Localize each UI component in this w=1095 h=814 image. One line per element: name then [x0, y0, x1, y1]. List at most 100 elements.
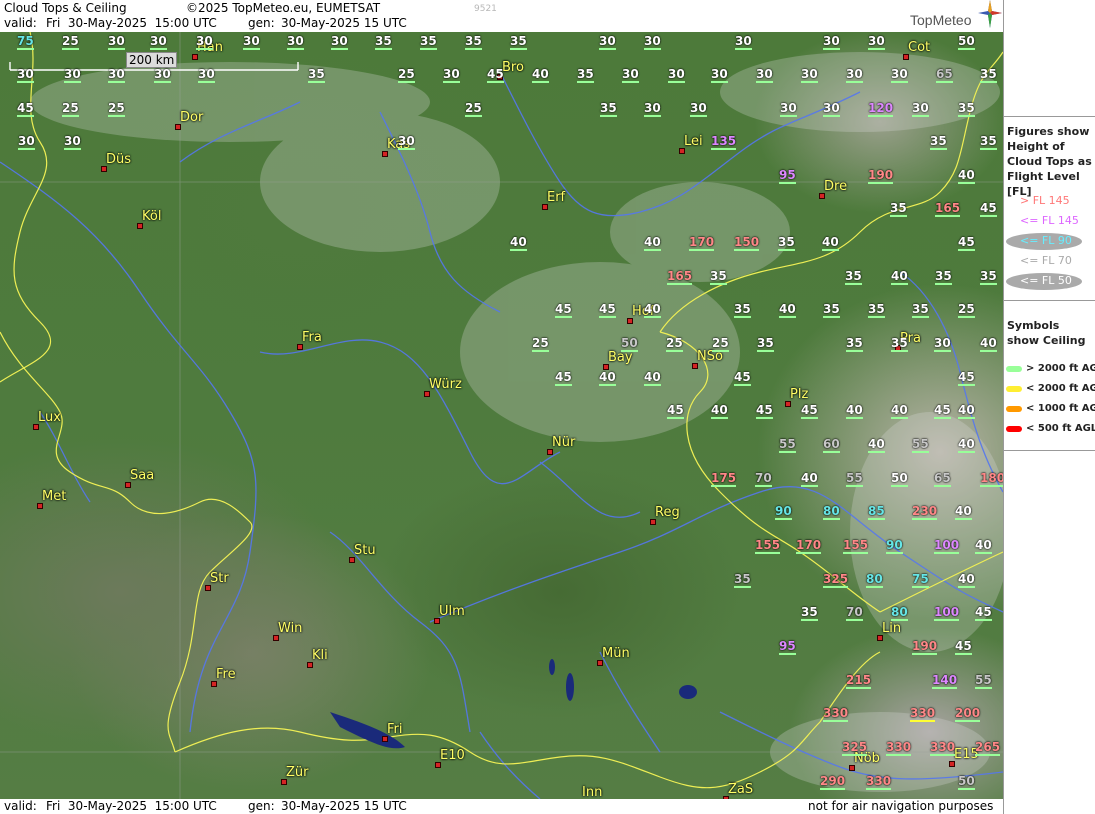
footer-valid-time: Fri 30-May-2025 15:00 UTC: [46, 799, 217, 813]
city-label: Würz: [429, 377, 462, 392]
cloud-top-label: 40: [846, 403, 863, 419]
footer-valid-label: valid:: [4, 799, 37, 813]
cloud-top-label: 40: [955, 504, 972, 520]
legend-divider: [1004, 300, 1095, 301]
cloud-top-label: 150: [734, 235, 760, 251]
gen-time: 30-May-2025 15 UTC: [281, 16, 407, 30]
cloud-top-label: 35: [891, 336, 908, 352]
cloud-top-label: 30: [823, 101, 840, 117]
cloud-top-label: 90: [775, 504, 792, 520]
cloud-top-label: 40: [891, 269, 908, 285]
cloud-top-label: 30: [443, 67, 460, 83]
cloud-top-label: 30: [622, 67, 639, 83]
legend-ceiling-swatch: [1006, 426, 1022, 432]
cloud-top-label: 30: [150, 34, 167, 50]
cloud-top-label: 80: [866, 572, 883, 588]
city-label: Köl: [142, 209, 162, 224]
cloud-top-label: 25: [712, 336, 729, 352]
city-label: Win: [278, 621, 303, 636]
cloud-top-label: 45: [17, 101, 34, 117]
cloud-top-label: 45: [599, 302, 616, 318]
cloud-top-label: 35: [778, 235, 795, 251]
cloud-top-label: 35: [308, 67, 325, 83]
legend-ceiling-swatch: [1006, 386, 1022, 392]
cloud-top-label: 30: [823, 34, 840, 50]
topmeteo-logo: TopMeteo: [910, 12, 972, 28]
city-label: Fra: [302, 330, 322, 345]
cloud-top-label: 40: [868, 437, 885, 453]
cloud-top-label: 40: [980, 336, 997, 352]
satellite-map[interactable]: 200 km Han Dor Kas Bro Lei Cot Düs Köl Erf Dre Hof…: [0, 32, 1003, 799]
city-label: Lux: [38, 410, 61, 425]
legend-figures-title: Figures show Height of Cloud Tops as Fli…: [1007, 125, 1092, 198]
legend-ceiling-item: < 1000 ft AGL: [1026, 403, 1095, 414]
cloud-top-label: 35: [980, 134, 997, 150]
valid-label: valid:: [4, 16, 37, 30]
cloud-top-label: 80: [891, 605, 908, 621]
cloud-top-label: 95: [779, 168, 796, 184]
cloud-top-label: 30: [398, 134, 415, 150]
valid-time: Fri 30-May-2025 15:00 UTC: [46, 16, 217, 30]
cloud-top-label: 155: [755, 538, 781, 554]
cloud-top-label: 25: [62, 34, 79, 50]
map-title: Cloud Tops & Ceiling: [4, 1, 127, 15]
copyright: ©2025 TopMeteo.eu, EUMETSAT: [186, 1, 381, 15]
legend-ceiling-swatch: [1006, 406, 1022, 412]
cloud-top-label: 40: [958, 168, 975, 184]
cloud-top-label: 40: [711, 403, 728, 419]
cloud-top-label: 120: [868, 101, 894, 117]
footer-gen-time: 30-May-2025 15 UTC: [281, 799, 407, 813]
cloud-top-label: 25: [62, 101, 79, 117]
city-label: Lei: [684, 134, 703, 149]
city-label: Erf: [547, 190, 566, 205]
cloud-top-label: 30: [17, 67, 34, 83]
cloud-top-label: 40: [958, 572, 975, 588]
cloud-top-label: 35: [420, 34, 437, 50]
legend-fl-item: <= FL 90: [1020, 234, 1072, 247]
cloud-top-label: 30: [154, 67, 171, 83]
legend-ceiling-item: > 2000 ft AGL: [1026, 363, 1095, 374]
cloud-top-label: 35: [980, 67, 997, 83]
city-label: Nür: [552, 435, 576, 450]
cloud-top-label: 330: [886, 740, 912, 756]
cloud-top-label: 330: [823, 706, 849, 722]
cloud-top-label: 290: [820, 774, 846, 790]
cloud-top-label: 35: [375, 34, 392, 50]
city-label: Kli: [312, 648, 328, 663]
city-label: Plz: [790, 387, 809, 402]
cloud-top-label: 30: [108, 67, 125, 83]
cloud-top-label: 45: [555, 370, 572, 386]
cloud-top-label: 35: [757, 336, 774, 352]
cloud-top-label: 30: [801, 67, 818, 83]
cloud-top-label: 35: [980, 269, 997, 285]
city-label: Dre: [824, 179, 848, 194]
cloud-top-label: 55: [846, 471, 863, 487]
cloud-top-label: 70: [755, 471, 772, 487]
legend-fl-item: > FL 145: [1020, 194, 1070, 207]
cloud-top-label: 30: [780, 101, 797, 117]
lakes: [330, 659, 697, 749]
footer-gen-label: gen:: [248, 799, 275, 813]
city-label: Reg: [655, 505, 680, 520]
cloud-top-label: 25: [666, 336, 683, 352]
cloud-top-label: 30: [331, 34, 348, 50]
city-label: Str: [210, 571, 229, 586]
cloud-top-label: 165: [935, 201, 961, 217]
cloud-top-label: 330: [910, 706, 936, 722]
cloud-top-label: 25: [958, 302, 975, 318]
cloud-top-label: 55: [779, 437, 796, 453]
cloud-top-label: 40: [975, 538, 992, 554]
cloud-top-label: 40: [958, 437, 975, 453]
cloud-top-label: 40: [822, 235, 839, 251]
cloud-top-label: 200: [955, 706, 981, 722]
cloud-top-label: 230: [912, 504, 938, 520]
image-code: 9521: [474, 4, 497, 14]
city-label: Mün: [602, 646, 630, 661]
cloud-top-label: 45: [756, 403, 773, 419]
disclaimer: not for air navigation purposes: [808, 799, 994, 813]
cloud-top-label: 90: [886, 538, 903, 554]
cloud-top-label: 45: [667, 403, 684, 419]
cloud-top-label: 215: [846, 673, 872, 689]
cloud-top-label: 35: [846, 336, 863, 352]
cloud-top-label: 175: [711, 471, 737, 487]
